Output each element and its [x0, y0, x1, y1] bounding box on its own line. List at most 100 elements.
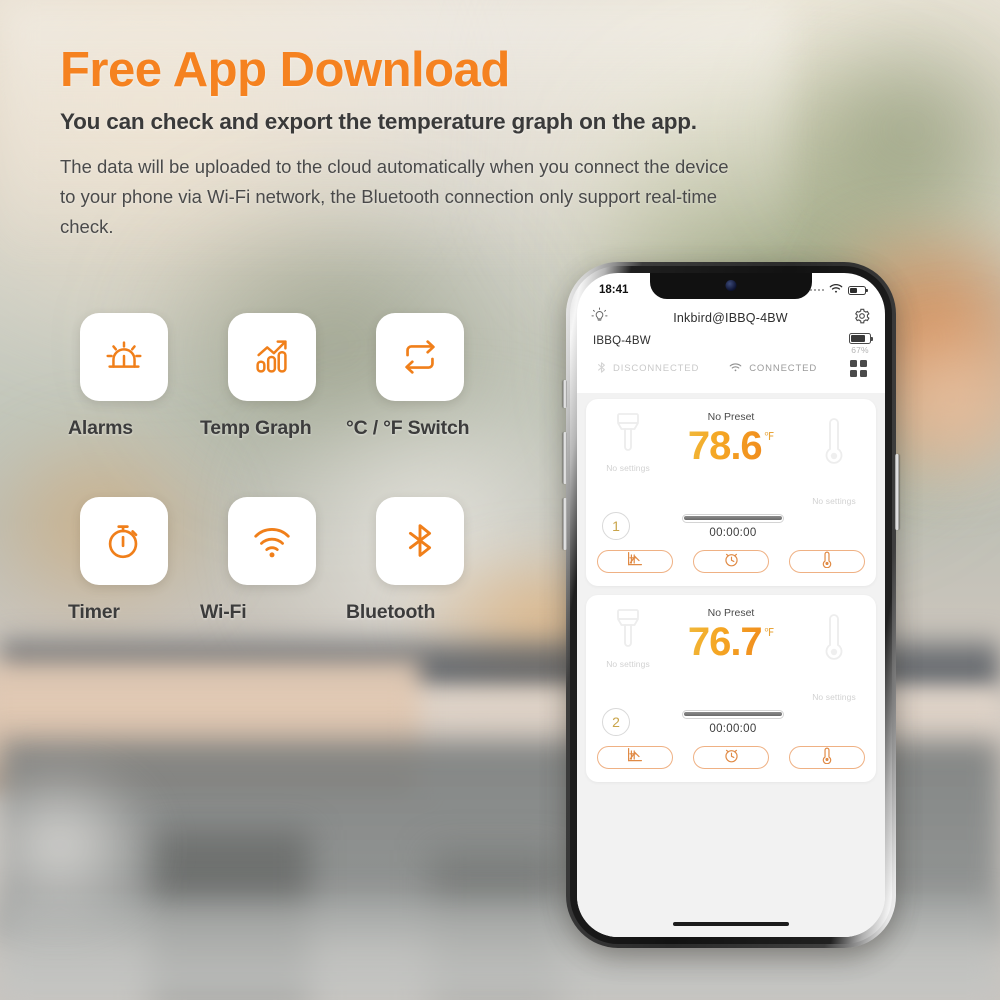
probe-card-top: No settings No Preset 76.7 ℉ No settings [596, 607, 866, 702]
food-setting-column[interactable]: No settings [596, 411, 660, 473]
probe-progress-row: 1 00:00:00 [596, 512, 866, 540]
status-time: 18:41 [599, 284, 629, 296]
grid-menu-icon[interactable] [850, 360, 871, 377]
phone-mockup: 18:41 Inkbird@IBBQ-4BW IBBQ-4BW 67% DISC… [563, 262, 899, 948]
thermometer-icon [822, 413, 846, 474]
loop-switch-icon [397, 334, 443, 380]
gear-icon[interactable] [853, 307, 871, 330]
app-title: Inkbird@IBBQ-4BW [673, 311, 788, 325]
battery-icon [848, 285, 868, 295]
temp-setting-column[interactable]: No settings [802, 411, 866, 506]
volume-up-button[interactable] [563, 432, 567, 484]
wifi-icon [829, 283, 843, 297]
probe-number: 2 [602, 708, 630, 736]
probe-progress-row: 2 00:00:00 [596, 708, 866, 736]
alarm-button[interactable] [693, 746, 769, 769]
probe-card-top: No settings No Preset 78.6 ℉ No settings [596, 411, 866, 506]
feature-bluetooth[interactable]: Bluetooth [346, 497, 506, 624]
app-header-title-row: Inkbird@IBBQ-4BW [591, 303, 871, 333]
mute-switch-button[interactable] [563, 380, 567, 408]
brightness-icon[interactable] [591, 307, 608, 329]
brush-icon [613, 411, 643, 460]
phone-screen: 18:41 Inkbird@IBBQ-4BW IBBQ-4BW 67% DISC… [577, 273, 885, 937]
phone-frame: 18:41 Inkbird@IBBQ-4BW IBBQ-4BW 67% DISC… [563, 262, 899, 948]
feature-label: Timer [68, 601, 120, 623]
probe-card[interactable]: No settings No Preset 76.7 ℉ No settings… [586, 595, 876, 782]
alarm-clock-icon [723, 747, 740, 769]
app-header: Inkbird@IBBQ-4BW IBBQ-4BW 67% DISCONNECT… [577, 303, 885, 383]
feature-tile [80, 497, 168, 585]
temperature-readout: 76.7 ℉ [688, 622, 774, 662]
battery-icon [849, 333, 874, 344]
feature-grid: Alarms Temp Graph °C / °F Switch Timer W… [62, 313, 532, 624]
volume-down-button[interactable] [563, 498, 567, 550]
feature-row-1: Alarms Temp Graph °C / °F Switch [62, 313, 532, 440]
thermometer-icon [822, 609, 846, 670]
feature-wifi[interactable]: Wi-Fi [200, 497, 358, 624]
alarm-clock-icon [723, 551, 740, 573]
probe-number: 1 [602, 512, 630, 540]
bluetooth-icon [597, 361, 606, 377]
feature-tile [80, 313, 168, 401]
progress-block: 00:00:00 [638, 709, 828, 735]
thermometer-icon [821, 746, 833, 769]
feature-timer[interactable]: Timer [62, 497, 210, 624]
status-right-cluster [805, 283, 868, 297]
bluetooth-status[interactable]: DISCONNECTED [597, 361, 699, 377]
probe-list: No settings No Preset 78.6 ℉ No settings… [577, 393, 885, 937]
temperature-value: 76.7 [687, 620, 763, 664]
feature-label: Temp Graph [200, 417, 312, 439]
feature-label: Wi-Fi [200, 601, 247, 623]
brush-icon [613, 607, 643, 656]
device-battery: 67% [849, 333, 874, 355]
bg-bright-left [0, 760, 160, 930]
feature-tile [376, 313, 464, 401]
chart-icon [626, 747, 644, 768]
probe-actions [596, 550, 866, 573]
connection-status-row: DISCONNECTED CONNECTED [591, 360, 871, 383]
food-setting-column[interactable]: No settings [596, 607, 660, 669]
bar-chart-trend-icon [249, 334, 295, 380]
chart-button[interactable] [597, 550, 673, 573]
thermometer-icon [821, 550, 833, 573]
device-name: IBBQ-4BW [593, 335, 651, 347]
chart-icon [626, 551, 644, 572]
probe-actions [596, 746, 866, 769]
temp-setting-label: No settings [812, 496, 856, 506]
feature-label: °C / °F Switch [346, 417, 470, 439]
feature-row-2: Timer Wi-Fi Bluetooth [62, 497, 532, 624]
feature-label: Bluetooth [346, 601, 436, 623]
temperature-button[interactable] [789, 746, 865, 769]
feature-cf-switch[interactable]: °C / °F Switch [346, 313, 506, 440]
temperature-block: No Preset 78.6 ℉ [660, 411, 802, 466]
feature-temp-graph[interactable]: Temp Graph [200, 313, 358, 440]
feature-alarms[interactable]: Alarms [62, 313, 210, 440]
chart-button[interactable] [597, 746, 673, 769]
temp-setting-label: No settings [812, 692, 856, 702]
wifi-status-label: CONNECTED [749, 363, 818, 374]
feature-tile [376, 497, 464, 585]
progress-bar [682, 513, 784, 523]
probe-card[interactable]: No settings No Preset 78.6 ℉ No settings… [586, 399, 876, 586]
wifi-icon [249, 518, 295, 564]
alarm-button[interactable] [693, 550, 769, 573]
temperature-button[interactable] [789, 550, 865, 573]
food-setting-label: No settings [606, 463, 650, 473]
page-title: Free App Download [60, 43, 510, 97]
timer-value: 00:00:00 [709, 722, 757, 735]
temp-setting-column[interactable]: No settings [802, 607, 866, 702]
timer-value: 00:00:00 [709, 526, 757, 539]
power-button[interactable] [895, 454, 899, 530]
bluetooth-icon [397, 518, 443, 564]
home-indicator[interactable] [673, 922, 789, 926]
page-paragraph: The data will be uploaded to the cloud a… [60, 155, 729, 237]
temperature-unit: ℉ [763, 431, 775, 443]
feature-tile [228, 497, 316, 585]
stopwatch-icon [101, 518, 147, 564]
feature-tile [228, 313, 316, 401]
feature-label: Alarms [68, 417, 133, 439]
wifi-icon [729, 362, 742, 376]
wifi-status[interactable]: CONNECTED [729, 362, 817, 376]
bluetooth-status-label: DISCONNECTED [613, 363, 700, 374]
progress-bar [682, 709, 784, 719]
